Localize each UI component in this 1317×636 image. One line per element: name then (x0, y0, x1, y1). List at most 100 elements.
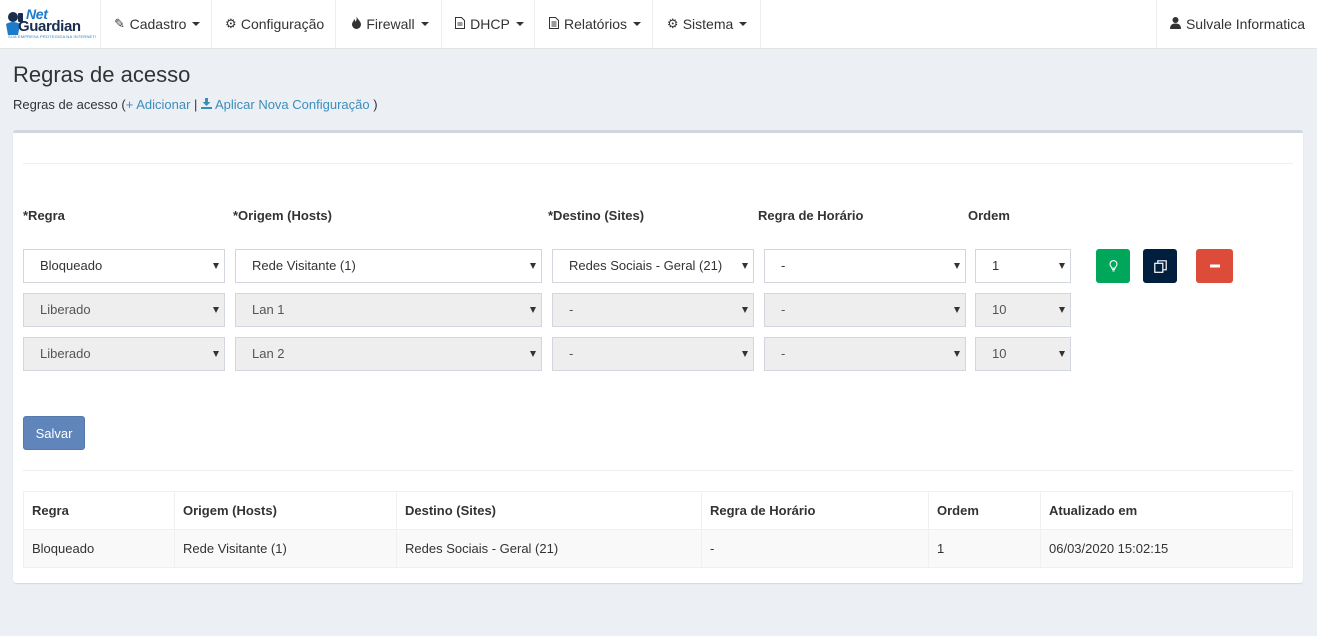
horario-select[interactable]: - (764, 249, 966, 283)
destino-value: Redes Sociais - Geral (21) (569, 258, 723, 273)
cell-atualizado: 06/03/2020 15:02:15 (1040, 529, 1293, 568)
th-destino: Destino (Sites) (396, 491, 702, 530)
user-icon (1169, 16, 1183, 32)
origem-select: Lan 1 (235, 293, 542, 327)
logo-tagline: SUA EMPRESA PROTEGIDA NA INTERNET! (8, 34, 97, 39)
origem-select: Lan 2 (235, 337, 542, 371)
top-navbar: Net Guardian SUA EMPRESA PROTEGIDA NA IN… (0, 0, 1317, 49)
document-icon (547, 16, 561, 32)
destino-select: - (552, 337, 754, 371)
nav-firewall[interactable]: Firewall (335, 0, 442, 48)
netguardian-logo[interactable]: Net Guardian SUA EMPRESA PROTEGIDA NA IN… (4, 6, 96, 40)
page-title: Regras de acesso (13, 62, 191, 87)
logo-text-guardian: Guardian (18, 18, 81, 35)
horario-value: - (781, 346, 786, 361)
cell-ordem: 1 (928, 529, 1041, 568)
dropdown-arrow-icon (742, 351, 748, 357)
dropdown-arrow-icon (954, 351, 960, 357)
th-atualizado: Atualizado em (1040, 491, 1293, 530)
dropdown-arrow-icon (530, 351, 536, 357)
regra-select: Liberado (23, 293, 225, 327)
dropdown-arrow-icon (1059, 351, 1065, 357)
cell-destino: Redes Sociais - Geral (21) (396, 529, 702, 568)
nav-sistema-label: Sistema (682, 16, 734, 32)
destino-select: - (552, 293, 754, 327)
nav-firewall-label: Firewall (366, 16, 415, 32)
horario-select: - (764, 337, 966, 371)
chevron-down-icon (739, 22, 748, 26)
label-horario: Regra de Horário (758, 208, 864, 223)
nav-relatorios-label: Relatórios (563, 16, 628, 32)
download-icon (201, 97, 213, 112)
gears-icon: ⚙ (666, 16, 679, 31)
dropdown-arrow-icon (213, 351, 219, 357)
gear-icon: ⚙ (225, 16, 237, 31)
activate-rule-button[interactable] (1096, 249, 1130, 283)
copy-icon (1153, 259, 1167, 273)
copy-rule-button[interactable] (1143, 249, 1177, 283)
destino-value: - (569, 302, 574, 317)
user-menu[interactable]: Sulvale Informatica (1156, 0, 1317, 48)
apply-config-link[interactable]: Aplicar Nova Configuração (201, 97, 370, 112)
breadcrumb: Regras de acesso (+ Adicionar | Aplicar … (13, 97, 378, 112)
nav-configuracao-label: Configuração (240, 16, 325, 32)
origem-select[interactable]: Rede Visitante (1) (235, 249, 542, 283)
table-row[interactable]: Bloqueado Rede Visitante (1) Redes Socia… (23, 529, 1293, 568)
nav-configuracao[interactable]: ⚙ Configuração (211, 0, 336, 48)
fire-icon (349, 16, 363, 32)
ordem-value: 10 (992, 302, 1007, 317)
nav-cadastro-label: Cadastro (129, 16, 187, 32)
divider (23, 163, 1293, 164)
label-regra: *Regra (23, 208, 65, 223)
nav-dhcp[interactable]: DHCP (441, 0, 535, 48)
lightbulb-icon (1108, 260, 1118, 272)
horario-value: - (781, 258, 786, 273)
ordem-select: 10 (975, 293, 1071, 327)
edit-icon: ✎ (114, 16, 126, 31)
dropdown-arrow-icon (213, 307, 219, 313)
breadcrumb-separator: | (194, 97, 198, 112)
cell-horario: - (701, 529, 929, 568)
save-button[interactable]: Salvar (23, 416, 85, 450)
add-rule-link[interactable]: + Adicionar (126, 97, 191, 112)
chevron-down-icon (515, 22, 524, 26)
regra-select[interactable]: Bloqueado (23, 249, 225, 283)
dropdown-arrow-icon (742, 263, 748, 269)
nav-cadastro[interactable]: ✎ Cadastro (100, 0, 212, 48)
nav-dhcp-label: DHCP (470, 16, 510, 32)
divider (23, 470, 1293, 471)
remove-rule-button[interactable] (1196, 249, 1233, 283)
destino-select[interactable]: Redes Sociais - Geral (21) (552, 249, 754, 283)
ordem-select[interactable]: 1 (975, 249, 1071, 283)
minus-icon (1209, 264, 1220, 268)
nav-relatorios[interactable]: Relatórios (534, 0, 653, 48)
origem-value: Rede Visitante (1) (252, 258, 356, 273)
dropdown-arrow-icon (530, 307, 536, 313)
ordem-value: 1 (992, 258, 1000, 273)
origem-value: Lan 1 (252, 302, 285, 317)
regra-value: Bloqueado (40, 258, 103, 273)
file-icon (453, 16, 467, 32)
label-destino: *Destino (Sites) (548, 208, 645, 223)
table-header-row: Regra Origem (Hosts) Destino (Sites) Reg… (23, 491, 1293, 530)
nav-sistema[interactable]: ⚙ Sistema (652, 0, 761, 48)
dropdown-arrow-icon (1059, 307, 1065, 313)
ordem-select: 10 (975, 337, 1071, 371)
horario-value: - (781, 302, 786, 317)
regra-select: Liberado (23, 337, 225, 371)
dropdown-arrow-icon (1059, 263, 1065, 269)
regra-value: Liberado (40, 346, 91, 361)
regra-value: Liberado (40, 302, 91, 317)
rules-box: *Regra *Origem (Hosts) *Destino (Sites) … (13, 130, 1303, 583)
chevron-down-icon (420, 22, 429, 26)
th-regra: Regra (23, 491, 175, 530)
dropdown-arrow-icon (954, 263, 960, 269)
breadcrumb-close: ) (373, 97, 378, 112)
breadcrumb-text: Regras de acesso ( (13, 97, 126, 112)
user-name: Sulvale Informatica (1185, 16, 1306, 32)
apply-config-label: Aplicar Nova Configuração (214, 97, 370, 112)
chevron-down-icon (192, 22, 201, 26)
label-origem: *Origem (Hosts) (233, 208, 332, 223)
destino-value: - (569, 346, 574, 361)
horario-select: - (764, 293, 966, 327)
